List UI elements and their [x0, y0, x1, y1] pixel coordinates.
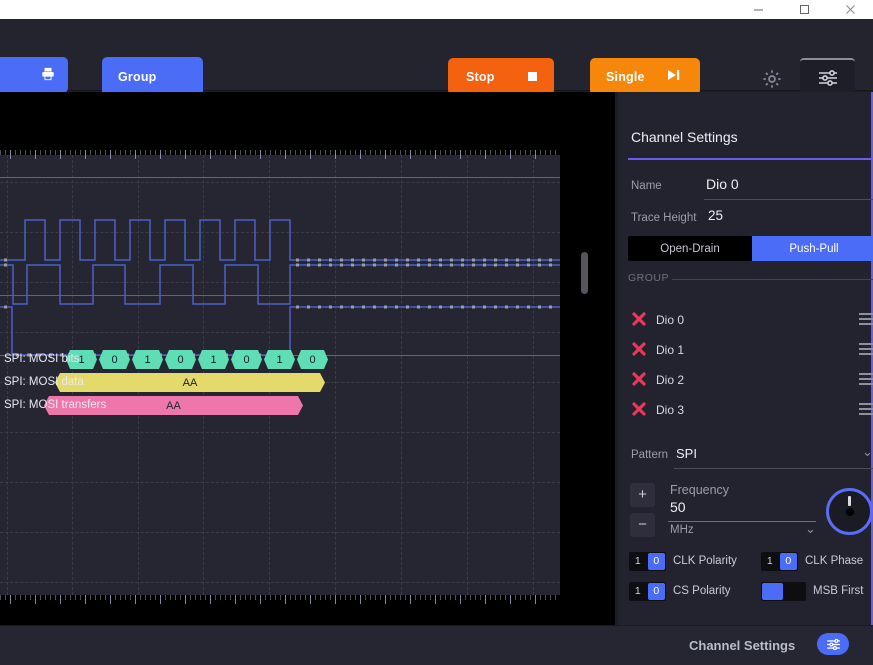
close-icon[interactable]	[827, 0, 873, 19]
knob-marker-icon	[848, 496, 851, 506]
clk-phase-toggle[interactable]: 1 0	[761, 552, 798, 571]
frequency-decrement-button[interactable]: −	[630, 513, 655, 537]
msb-first-toggle[interactable]	[761, 582, 806, 601]
frequency-knob[interactable]	[826, 488, 873, 535]
drag-handle-icon[interactable]	[859, 403, 873, 416]
trace-height-input[interactable]: 25	[708, 208, 723, 223]
export-button[interactable]: nt	[0, 57, 68, 93]
x-icon[interactable]	[630, 340, 648, 358]
sidebar-title: Channel Settings	[631, 129, 738, 145]
step-forward-icon	[667, 69, 681, 84]
clk-phase-off-label: 1	[761, 552, 779, 571]
group-dio-name: Dio 2	[656, 367, 684, 393]
pattern-select-value[interactable]: SPI	[676, 446, 697, 461]
plot-vertical-scrollbar[interactable]	[581, 252, 588, 294]
name-input-underline	[704, 199, 873, 200]
drive-mode-push-pull[interactable]: Push-Pull	[752, 236, 873, 261]
bottom-bar: Channel Settings	[0, 625, 873, 665]
chevron-down-icon[interactable]: ⌄	[862, 444, 873, 460]
frequency-input[interactable]: 50	[670, 499, 686, 515]
decode-row-data[interactable]: AA SPI: MOSI data	[0, 373, 615, 392]
pattern-label: Pattern	[631, 449, 668, 461]
bit-cell: 0	[165, 350, 196, 369]
drag-handle-icon[interactable]	[859, 373, 873, 386]
cs-polarity-label: CS Polarity	[673, 585, 731, 597]
bit-cell: 0	[99, 350, 130, 369]
single-label: Single	[606, 70, 645, 84]
group-dio-row[interactable]: Dio 3	[628, 397, 873, 423]
bottom-bar-label: Channel Settings	[689, 638, 795, 653]
bit-cell: 1	[132, 350, 163, 369]
clk-polarity-label: CLK Polarity	[673, 555, 737, 567]
frequency-increment-button[interactable]: +	[630, 483, 655, 507]
stop-square-icon	[528, 72, 537, 81]
toolbar: nt Group Stop Single	[0, 19, 873, 91]
frequency-unit-select[interactable]: MHz	[670, 524, 694, 536]
title-bar	[0, 0, 873, 19]
decode-row-bits[interactable]: SPI: MOSI bits 10101010	[0, 350, 615, 369]
waveform-traces	[0, 152, 560, 382]
group-label: Group	[118, 70, 157, 84]
clk-polarity-toggle[interactable]: 1 0	[629, 552, 666, 571]
bit-cell: 1	[264, 350, 295, 369]
decode-label-bits: SPI: MOSI bits	[4, 350, 79, 369]
cs-polarity-on-label: 0	[648, 583, 666, 600]
drag-handle-icon[interactable]	[859, 313, 873, 326]
x-icon[interactable]	[630, 400, 648, 418]
sliders-icon	[816, 68, 840, 88]
bit-cell: 1	[198, 350, 229, 369]
x-icon[interactable]	[630, 370, 648, 388]
msb-first-toggle-knob	[762, 583, 783, 600]
group-dio-name: Dio 1	[656, 337, 684, 363]
x-icon[interactable]	[630, 310, 648, 328]
waveform-plot-panel[interactable]: SPI: MOSI bits 10101010 AA SPI: MOSI dat…	[0, 92, 615, 625]
group-dio-row[interactable]: Dio 1	[628, 337, 873, 363]
app-root: nt Group Stop Single	[0, 0, 873, 665]
single-button[interactable]: Single	[590, 58, 700, 95]
stop-label: Stop	[466, 70, 495, 84]
clk-phase-on-label: 0	[780, 553, 798, 570]
drive-mode-segmented-control: Open-Drain Push-Pull	[628, 236, 873, 261]
gear-icon[interactable]	[759, 66, 785, 92]
group-button[interactable]: Group	[102, 57, 203, 96]
decode-row-transfers[interactable]: AA SPI: MOSI transfers	[0, 396, 615, 415]
bottom-bar-settings-button[interactable]	[817, 633, 849, 655]
name-label: Name	[631, 180, 662, 192]
group-caption: GROUP	[628, 272, 669, 284]
ruler-bottom	[0, 595, 560, 604]
group-rule	[672, 279, 873, 280]
group-dio-row[interactable]: Dio 2	[628, 367, 873, 393]
group-dio-name: Dio 3	[656, 397, 684, 423]
minimize-icon[interactable]	[735, 0, 781, 19]
window-controls	[735, 0, 873, 19]
frequency-label: Frequency	[670, 483, 729, 497]
bit-cell: 0	[231, 350, 262, 369]
group-dio-name: Dio 0	[656, 307, 684, 333]
stop-button[interactable]: Stop	[448, 58, 554, 95]
trace-height-label: Trace Height	[631, 212, 696, 224]
cs-polarity-off-label: 1	[629, 582, 647, 601]
sidebar-title-underline	[628, 158, 873, 160]
clk-polarity-off-label: 1	[629, 552, 647, 571]
decode-label-data: SPI: MOSI data	[4, 373, 84, 392]
settings-sliders-button[interactable]	[800, 58, 855, 96]
group-dio-row[interactable]: Dio 0	[628, 307, 873, 333]
clk-phase-label: CLK Phase	[805, 555, 863, 567]
frequency-unit-chevron-down-icon[interactable]: ⌄	[805, 521, 816, 537]
decode-label-transfers: SPI: MOSI transfers	[4, 396, 106, 415]
print-icon	[41, 67, 55, 84]
drive-mode-open-drain[interactable]: Open-Drain	[628, 236, 752, 261]
pattern-underline	[674, 468, 873, 469]
drag-handle-icon[interactable]	[859, 343, 873, 356]
frequency-underline	[668, 521, 816, 522]
decode-bar-data: AA	[55, 373, 325, 392]
name-input[interactable]: Dio 0	[706, 176, 739, 192]
knob-center-dot-icon	[846, 508, 854, 516]
cs-polarity-toggle[interactable]: 1 0	[629, 582, 666, 601]
maximize-icon[interactable]	[781, 0, 827, 19]
clk-polarity-on-label: 0	[648, 553, 666, 570]
msb-first-label: MSB First	[813, 585, 863, 597]
sliders-icon	[825, 638, 842, 651]
bit-cell: 0	[297, 350, 328, 369]
